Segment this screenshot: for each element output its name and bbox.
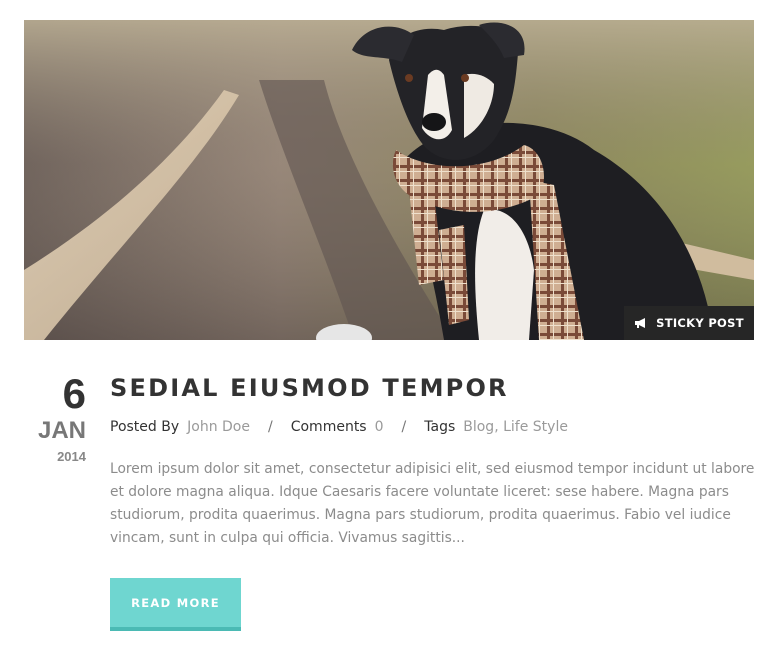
post-date-year: 2014 xyxy=(57,449,86,464)
comments-count-link[interactable]: 0 xyxy=(375,419,384,435)
megaphone-icon xyxy=(634,317,648,329)
tags-label: Tags xyxy=(424,419,456,435)
tags-links[interactable]: Blog, Life Style xyxy=(463,419,568,435)
sticky-post-badge: STICKY POST xyxy=(624,306,754,340)
read-more-button[interactable]: READ MORE xyxy=(110,578,241,631)
post-title[interactable]: SEDIAL EIUSMOD TEMPOR xyxy=(110,374,509,402)
author-link[interactable]: John Doe xyxy=(187,419,250,435)
post-meta: Posted By John Doe / Comments 0 / Tags B… xyxy=(110,417,568,437)
meta-separator: / xyxy=(401,419,407,435)
meta-separator: / xyxy=(268,419,273,435)
post-date: 6 JAN 2014 xyxy=(24,372,86,466)
post-date-month: JAN xyxy=(37,417,86,444)
dog-photo xyxy=(24,20,754,340)
post-date-day: 6 xyxy=(62,370,86,417)
sticky-post-label: STICKY POST xyxy=(656,316,744,330)
featured-image[interactable]: STICKY POST xyxy=(24,20,754,340)
post-excerpt: Lorem ipsum dolor sit amet, consectetur … xyxy=(110,461,755,546)
comments-label: Comments xyxy=(290,419,367,435)
posted-by-label: Posted By xyxy=(110,419,180,435)
